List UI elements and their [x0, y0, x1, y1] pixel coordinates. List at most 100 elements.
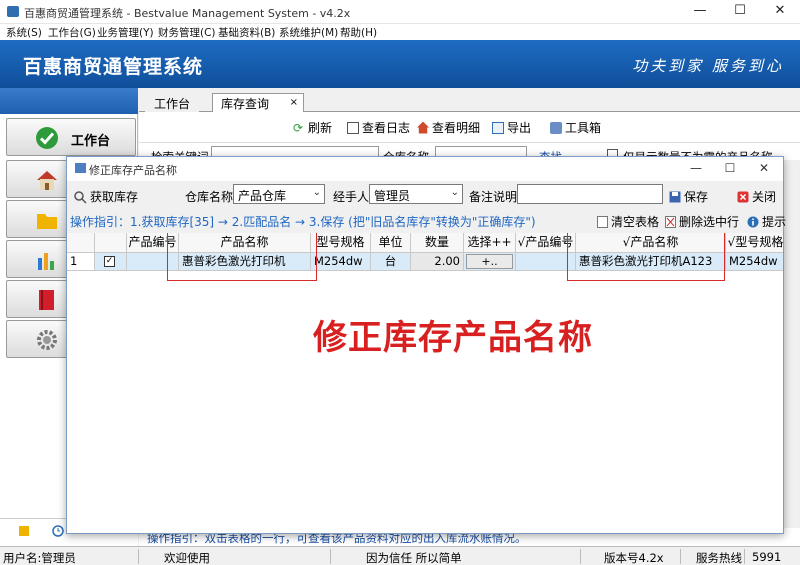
menu-workbench[interactable]: 工作台(G): [48, 25, 96, 40]
export-icon: [492, 121, 504, 134]
status-welcome: 欢迎使用: [164, 551, 210, 565]
status-separator: [680, 549, 681, 564]
col-header-new-model[interactable]: √型号规格: [726, 233, 783, 253]
note-label: 备注说明: [469, 190, 518, 204]
save-button[interactable]: 保存: [669, 188, 708, 205]
gear-icon: [37, 330, 57, 350]
menu-finance[interactable]: 财务管理(C): [158, 25, 216, 40]
refresh-icon: ⟳: [293, 120, 304, 135]
app-icon: [7, 6, 19, 17]
status-motto: 因为信任 所以简单: [366, 551, 462, 565]
tab-strip: 工作台 库存查询 ×: [139, 88, 800, 113]
row-checkbox[interactable]: ✓: [104, 256, 115, 267]
status-phone: 5991: [752, 550, 782, 564]
toolbox-icon: [550, 121, 562, 134]
info-icon: [747, 216, 759, 227]
log-icon: [347, 121, 359, 134]
app-banner: 百惠商贸通管理系统 功夫到家 服务到心: [0, 40, 800, 88]
dialog-title: 修正库存产品名称: [89, 164, 177, 177]
home-icon: [417, 121, 429, 134]
banner-slogan: 功夫到家 服务到心: [632, 57, 784, 75]
dialog-close-button[interactable]: ✕: [747, 157, 781, 181]
match-select-button[interactable]: +..: [466, 254, 513, 269]
cell-unit[interactable]: 台: [371, 253, 411, 271]
tab-stock-query[interactable]: 库存查询 ×: [212, 93, 304, 113]
note-input[interactable]: [517, 184, 663, 204]
sidebar-item-workbench[interactable]: 工作台: [6, 118, 136, 156]
cell-qty[interactable]: 2.00: [411, 253, 464, 271]
status-version: 版本号4.2x: [604, 551, 664, 565]
status-separator: [138, 549, 139, 564]
status-separator: [330, 549, 331, 564]
sidebar-item-label: 工作台: [71, 134, 111, 149]
refresh-button[interactable]: ⟳ 刷新: [293, 119, 332, 136]
highlight-old-name: [167, 233, 317, 281]
chart-icon: [38, 253, 54, 270]
toolbox-button[interactable]: 工具箱: [550, 119, 601, 136]
row-number: 1: [67, 253, 95, 271]
col-header-unit[interactable]: 单位: [371, 233, 411, 253]
delete-row-button[interactable]: 删除选中行: [665, 213, 739, 230]
document-icon: [597, 215, 608, 228]
menu-maintenance[interactable]: 系统维护(M): [279, 25, 338, 40]
window-titlebar: 百惠商贸通管理系统 - Bestvalue Management System …: [0, 0, 800, 24]
view-log-button[interactable]: 查看日志: [347, 119, 410, 136]
menu-bar: 系统(S) 工作台(G) 业务管理(Y) 财务管理(C) 基础资料(B) 系统维…: [0, 24, 800, 40]
col-header-check: [95, 233, 127, 253]
col-header-qty[interactable]: 数量: [411, 233, 464, 253]
dialog-icon: [75, 163, 86, 173]
dialog-toolbar: 获取库存 仓库名称 产品仓库 ⌄ 经手人 管理员 ⌄ 备注说明 保存 关闭: [67, 181, 783, 207]
magnifier-icon: [74, 190, 87, 204]
status-separator: [744, 549, 745, 564]
book-icon: [39, 290, 54, 310]
dialog-warehouse-label: 仓库名称: [185, 190, 234, 204]
tip-button[interactable]: 提示: [747, 213, 786, 230]
pencil-icon[interactable]: [18, 525, 30, 537]
clock-icon[interactable]: [52, 525, 64, 537]
close-window-button[interactable]: ✕: [760, 0, 800, 24]
main-toolbar: ⟳ 刷新 查看日志 查看明细 导出 工具箱: [139, 112, 800, 142]
maximize-button[interactable]: ☐: [720, 0, 760, 24]
col-header-select[interactable]: 选择++: [464, 233, 516, 253]
dialog-maximize-button[interactable]: ☐: [713, 157, 747, 181]
status-separator: [580, 549, 581, 564]
tab-label: 库存查询: [221, 97, 270, 111]
tab-close-icon[interactable]: ×: [290, 97, 298, 108]
get-stock-button[interactable]: 获取库存: [73, 188, 138, 205]
clear-table-button[interactable]: 清空表格: [597, 213, 659, 230]
status-user: 用户名:管理员: [3, 551, 76, 565]
banner-title: 百惠商贸通管理系统: [23, 56, 204, 78]
cell-select[interactable]: +..: [464, 253, 516, 271]
dialog-warehouse-select[interactable]: 产品仓库 ⌄: [233, 184, 325, 204]
handler-label: 经手人: [333, 190, 370, 204]
delete-icon: [665, 215, 676, 228]
save-icon: [669, 191, 681, 202]
highlight-new-name: [567, 233, 725, 281]
status-service: 服务热线: [696, 551, 742, 565]
handler-select[interactable]: 管理员 ⌄: [369, 184, 463, 204]
home-icon: [37, 171, 57, 190]
row-checkbox-cell[interactable]: ✓: [95, 253, 127, 271]
menu-basic-data[interactable]: 基础资料(B): [218, 25, 275, 40]
stock-table: 产品编号 产品名称 型号规格 单位 数量 选择++ √产品编号 √产品名称 √型…: [67, 233, 783, 533]
cell-new-model[interactable]: M254dw: [726, 253, 783, 271]
menu-system[interactable]: 系统(S): [6, 25, 42, 40]
folder-icon: [37, 214, 57, 229]
col-header-model[interactable]: 型号规格: [311, 233, 371, 253]
window-title: 百惠商贸通管理系统 - Bestvalue Management System …: [24, 7, 351, 20]
export-button[interactable]: 导出: [492, 119, 531, 136]
sidebar-header: [0, 88, 138, 114]
cell-model[interactable]: M254dw: [311, 253, 371, 271]
view-detail-button[interactable]: 查看明细: [417, 119, 480, 136]
tab-workbench[interactable]: 工作台: [145, 93, 200, 113]
chevron-down-icon: ⌄: [450, 187, 459, 198]
menu-help[interactable]: 帮助(H): [340, 25, 377, 40]
chevron-down-icon: ⌄: [312, 187, 321, 198]
close-icon: [737, 191, 749, 202]
close-button[interactable]: 关闭: [737, 188, 776, 205]
minimize-button[interactable]: —: [680, 0, 720, 24]
menu-business[interactable]: 业务管理(Y): [97, 25, 154, 40]
dialog-hint-bar: 操作指引：1.获取库存[35] → 2.匹配品名 → 3.保存 (把"旧品名库存…: [67, 207, 786, 233]
dialog-minimize-button[interactable]: —: [679, 157, 713, 181]
dialog-hint-text: 操作指引：1.获取库存[35] → 2.匹配品名 → 3.保存 (把"旧品名库存…: [70, 215, 536, 229]
